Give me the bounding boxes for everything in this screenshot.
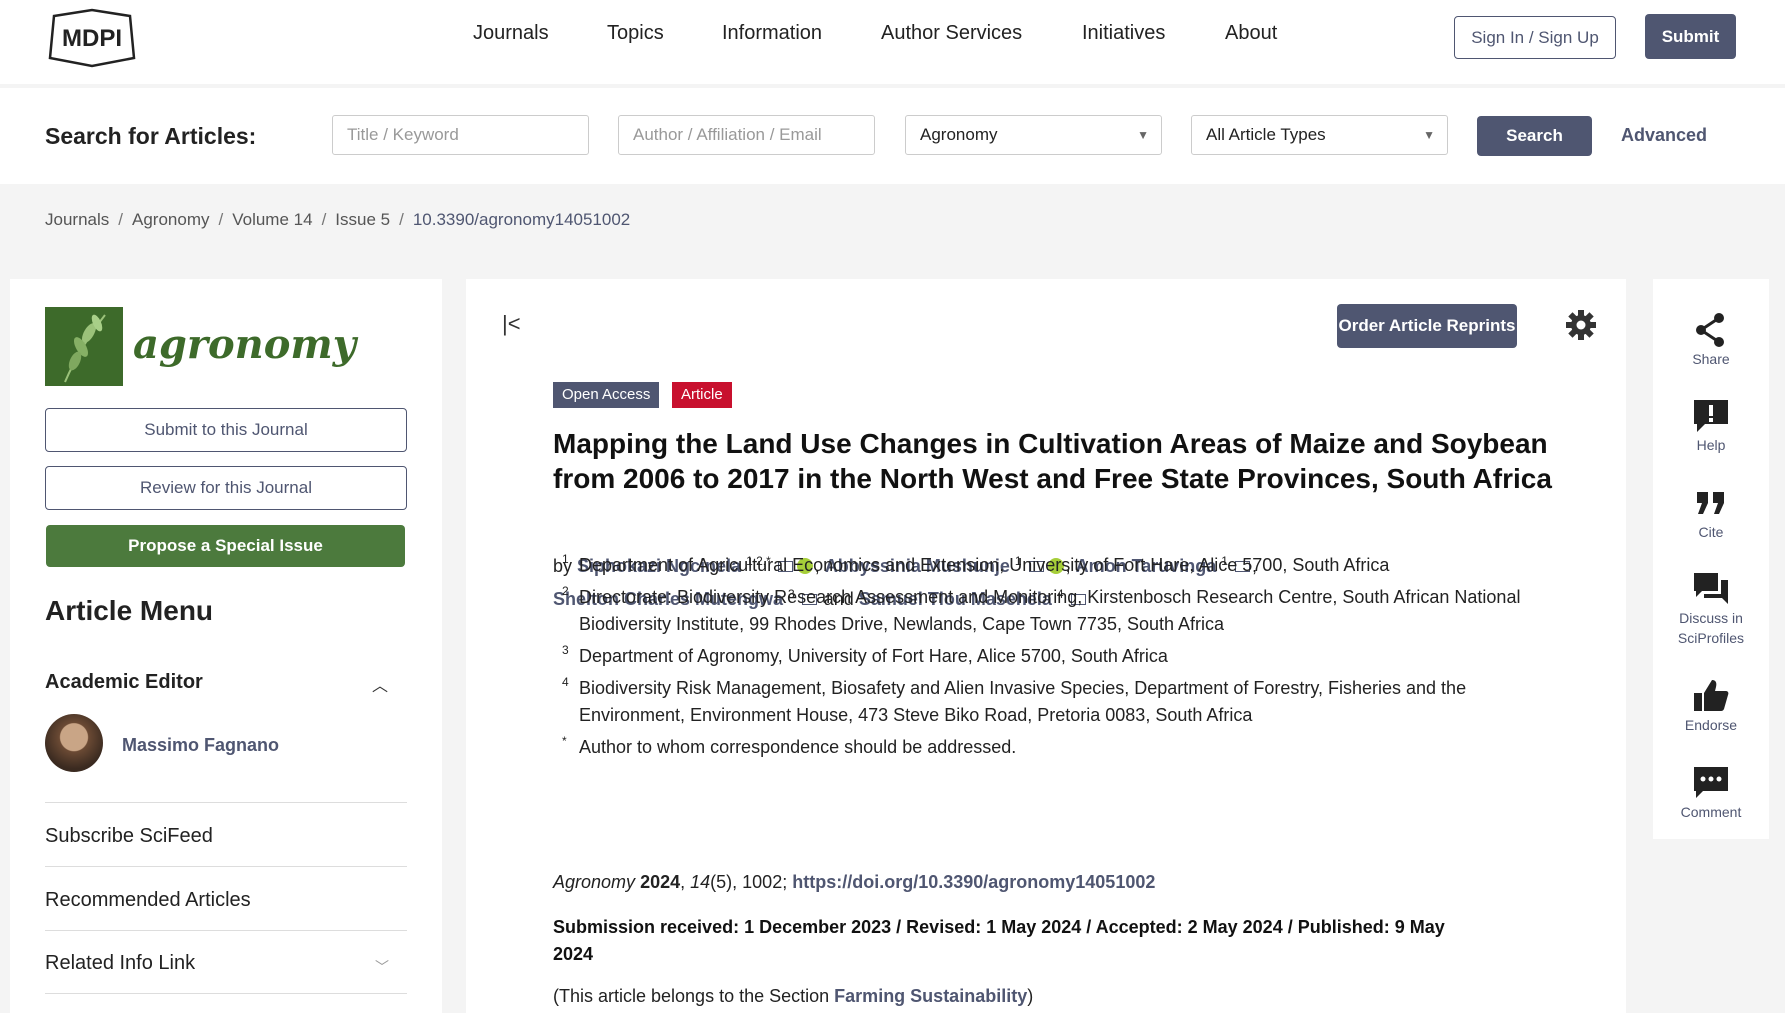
endorse-action[interactable]: Endorse — [1653, 677, 1769, 735]
breadcrumb: Journals / Agronomy / Volume 14/Issue 5/10.3… — [45, 210, 631, 229]
affiliation-mark: 2 — [562, 584, 569, 598]
collapse-sidebar-icon[interactable]: |< — [502, 311, 521, 337]
breadcrumb-volume[interactable]: Volume 14 — [232, 210, 312, 229]
chevron-down-icon[interactable]: ﹀ — [375, 957, 389, 977]
help-label: Help — [1696, 437, 1726, 453]
help-icon — [1653, 397, 1769, 435]
comment-action[interactable]: Comment — [1653, 764, 1769, 822]
chevron-down-icon: ▼ — [1423, 128, 1435, 142]
affiliation-item: * Author to whom correspondence should b… — [562, 734, 1539, 761]
chevron-down-icon: ▼ — [1137, 128, 1149, 142]
cite-action[interactable]: Cite — [1653, 484, 1769, 542]
right-action-rail: Share Help Cite Discuss in SciProfiles E… — [1653, 279, 1769, 839]
cite-label: Cite — [1698, 524, 1724, 540]
cite-issue-pages: (5), 1002; — [710, 872, 788, 892]
cite-year: 2024 — [640, 872, 681, 892]
share-icon — [1653, 311, 1769, 349]
help-action[interactable]: Help — [1653, 397, 1769, 455]
nav-author-services[interactable]: Author Services — [881, 22, 1022, 45]
recommended-articles-link[interactable]: Recommended Articles — [45, 889, 251, 912]
nav-initiatives[interactable]: Initiatives — [1082, 22, 1165, 45]
thumbs-up-icon — [1653, 677, 1769, 715]
breadcrumb-doi[interactable]: 10.3390/agronomy14051002 — [413, 210, 630, 229]
journal-select-value: Agronomy — [920, 125, 998, 144]
divider — [45, 802, 407, 803]
left-sidebar: agronomy Submit to this Journal Review f… — [10, 279, 442, 1013]
publication-dates: Submission received: 1 December 2023 / R… — [553, 917, 1445, 964]
article-type-select[interactable]: All Article Types ▼ — [1191, 115, 1448, 155]
doi-link[interactable]: https://doi.org/10.3390/agronomy14051002 — [792, 872, 1155, 892]
journal-name[interactable]: agronomy — [133, 321, 356, 368]
open-access-badge: Open Access — [553, 382, 660, 408]
editor-avatar[interactable] — [45, 714, 103, 772]
affiliation-text: Directorate: Biodiversity Research Asses… — [579, 587, 1521, 634]
cite-journal: Agronomy — [553, 872, 636, 892]
affiliation-mark: 3 — [562, 643, 569, 657]
section-line: (This article belongs to the Section Far… — [553, 986, 1033, 1007]
title-keyword-input[interactable]: Title / Keyword — [332, 115, 589, 155]
endorse-label: Endorse — [1684, 717, 1738, 733]
affiliation-mark: 1 — [562, 552, 569, 566]
article-title: Mapping the Land Use Changes in Cultivat… — [553, 428, 1552, 494]
order-reprints-button[interactable]: Order Article Reprints — [1337, 304, 1517, 348]
nav-topics[interactable]: Topics — [607, 22, 664, 45]
discussion-icon — [1653, 570, 1769, 608]
affiliation-text: Department of Agronomy, University of Fo… — [579, 646, 1168, 666]
author-affiliation-input[interactable]: Author / Affiliation / Email — [618, 115, 875, 155]
propose-special-issue-button[interactable]: Propose a Special Issue — [46, 525, 405, 567]
breadcrumb-agronomy[interactable]: Agronomy — [132, 210, 209, 229]
journal-cover-image[interactable] — [45, 307, 123, 386]
submit-to-journal-button[interactable]: Submit to this Journal — [45, 408, 407, 452]
top-header: MDPI Journals Topics Information Author … — [0, 0, 1785, 84]
sign-in-button[interactable]: Sign In / Sign Up — [1454, 16, 1616, 59]
breadcrumb-journals[interactable]: Journals — [45, 210, 109, 229]
affiliation-text: Author to whom correspondence should be … — [579, 737, 1017, 757]
affiliation-text: Biodiversity Risk Management, Biosafety … — [579, 678, 1467, 725]
article-menu-title: Article Menu — [45, 595, 214, 626]
related-info-link[interactable]: Related Info Link — [45, 952, 195, 975]
affiliation-item: 3 Department of Agronomy, University of … — [562, 643, 1539, 670]
search-button[interactable]: Search — [1477, 116, 1592, 156]
academic-editor-heading[interactable]: Academic Editor — [45, 671, 203, 694]
article-type-badge: Article — [672, 382, 732, 408]
discuss-label: Discuss in SciProfiles — [1677, 610, 1745, 646]
affiliation-text: Department of Agricultural Economics and… — [579, 555, 1390, 575]
nav-information[interactable]: Information — [722, 22, 822, 45]
section-link[interactable]: Farming Sustainability — [834, 986, 1027, 1006]
share-action[interactable]: Share — [1653, 311, 1769, 369]
nav-about[interactable]: About — [1225, 22, 1277, 45]
section-suffix: ) — [1027, 986, 1034, 1006]
affiliation-item: 4 Biodiversity Risk Management, Biosafet… — [562, 675, 1539, 729]
gear-icon[interactable] — [1564, 308, 1598, 342]
submit-button[interactable]: Submit — [1645, 14, 1736, 59]
affiliation-item: 1 Department of Agricultural Economics a… — [562, 552, 1539, 579]
search-label: Search for Articles: — [45, 123, 257, 149]
comment-label: Comment — [1680, 804, 1742, 820]
divider — [45, 993, 407, 994]
article-panel: |< Order Article Reprints Open Access Ar… — [466, 279, 1626, 1013]
discuss-action[interactable]: Discuss in SciProfiles — [1653, 570, 1769, 648]
subscribe-scifeed-link[interactable]: Subscribe SciFeed — [45, 825, 213, 848]
nav-journals[interactable]: Journals — [473, 22, 549, 45]
chevron-up-icon[interactable]: ︿ — [372, 672, 388, 696]
affiliation-mark: * — [562, 734, 567, 748]
divider — [45, 930, 407, 931]
section-prefix: (This article belongs to the Section — [553, 986, 830, 1006]
cite-volume: 14 — [690, 872, 711, 892]
divider — [45, 866, 407, 867]
article-type-value: All Article Types — [1206, 125, 1326, 144]
advanced-search-link[interactable]: Advanced — [1621, 125, 1707, 146]
citation-line: Agronomy 2024, 14(5), 1002; https://doi.… — [553, 872, 1156, 892]
breadcrumb-issue[interactable]: Issue 5 — [335, 210, 390, 229]
affiliation-item: 2 Directorate: Biodiversity Research Ass… — [562, 584, 1539, 638]
journal-select[interactable]: Agronomy ▼ — [905, 115, 1162, 155]
review-for-journal-button[interactable]: Review for this Journal — [45, 466, 407, 510]
affiliation-mark: 4 — [562, 675, 569, 689]
comment-icon — [1653, 764, 1769, 802]
editor-name-link[interactable]: Massimo Fagnano — [122, 735, 279, 756]
quote-icon — [1653, 484, 1769, 522]
share-label: Share — [1692, 351, 1730, 367]
